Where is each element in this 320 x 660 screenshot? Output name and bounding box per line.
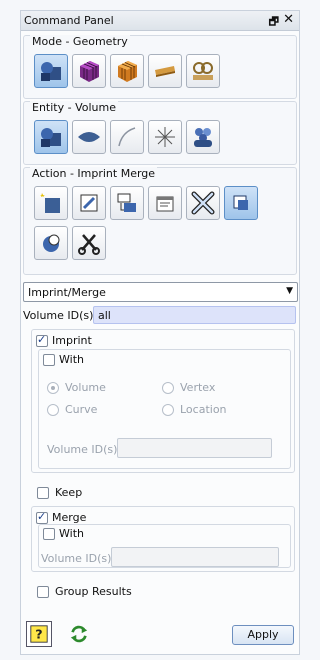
help-icon: ?	[30, 625, 48, 643]
merge-with-label: With	[59, 527, 84, 540]
mesh-cube-icon	[80, 61, 99, 82]
radio-vertex-label: Vertex	[180, 381, 216, 394]
refresh-icon	[70, 625, 88, 643]
apply-button[interactable]: Apply	[232, 625, 294, 645]
refresh-button[interactable]	[68, 623, 90, 645]
boolean-icon	[43, 234, 60, 252]
merge-checkbox[interactable]	[36, 510, 48, 524]
mode-group-title: Mode - Geometry	[30, 35, 130, 48]
operation-select[interactable]: Imprint/Merge ▼	[23, 282, 298, 302]
imprint-with-volume-ids-label: Volume ID(s)	[47, 443, 118, 456]
keep-checkbox[interactable]	[37, 487, 49, 499]
vertex-icon	[155, 127, 175, 147]
boundary-plate-icon	[155, 66, 175, 77]
command-panel: Command Panel 🗗 ✕ Mode - Geometry Entity…	[20, 10, 300, 655]
imprint-with-volume-ids-input[interactable]	[117, 438, 272, 458]
scissors-icon	[78, 234, 100, 255]
radio-location[interactable]	[162, 404, 174, 416]
merge-volume-ids-input[interactable]	[111, 547, 279, 567]
surface-icon	[78, 132, 100, 142]
volume-ids-input[interactable]: all	[93, 306, 296, 324]
surface-entity-button[interactable]	[72, 120, 106, 154]
keep-label: Keep	[55, 486, 83, 499]
create-action-button[interactable]	[34, 186, 68, 220]
help-button[interactable]: ?	[26, 621, 52, 647]
title-bar: Command Panel 🗗 ✕	[21, 11, 299, 31]
volume-icon	[41, 128, 61, 147]
radio-curve-label: Curve	[65, 403, 98, 416]
action-group-title: Action - Imprint Merge	[30, 167, 158, 180]
radio-volume-label: Volume	[65, 381, 106, 394]
volume-ids-value: all	[98, 309, 111, 322]
entity-group-title: Entity - Volume	[30, 101, 118, 114]
volume-entity-button[interactable]	[34, 120, 68, 154]
group-results-checkbox[interactable]	[37, 586, 49, 598]
modify-action-button[interactable]	[72, 186, 106, 220]
group-results-label: Group Results	[55, 585, 132, 598]
analysis-icon	[193, 62, 213, 80]
merge-label: Merge	[52, 511, 87, 524]
imprint-merge-icon	[233, 195, 248, 210]
radio-curve[interactable]	[47, 404, 59, 416]
radio-volume[interactable]	[47, 382, 59, 394]
geometry-icon	[41, 62, 61, 81]
panel-title: Command Panel	[24, 14, 114, 27]
merge-volume-ids-label: Volume ID(s)	[41, 552, 112, 565]
properties-action-button[interactable]	[148, 186, 182, 220]
modify-icon	[80, 194, 98, 212]
action-group: Action - Imprint Merge	[23, 167, 297, 275]
transform-icon	[117, 193, 136, 212]
float-icon[interactable]: 🗗	[269, 13, 279, 32]
mesh-mode-button[interactable]	[72, 54, 106, 88]
mesh-grid-mode-button[interactable]	[110, 54, 144, 88]
mesh-grid-icon	[118, 61, 137, 82]
operation-select-value: Imprint/Merge	[28, 286, 106, 299]
delete-icon	[191, 191, 215, 215]
cut-action-button[interactable]	[72, 226, 106, 260]
delete-action-button[interactable]	[186, 186, 220, 220]
analysis-mode-button[interactable]	[186, 54, 220, 88]
radio-location-label: Location	[180, 403, 227, 416]
geometry-mode-button[interactable]	[34, 54, 68, 88]
transform-action-button[interactable]	[110, 186, 144, 220]
group-entity-button[interactable]	[186, 120, 220, 154]
volume-ids-label: Volume ID(s)	[23, 309, 94, 322]
curve-icon	[118, 127, 136, 147]
close-icon[interactable]: ✕	[283, 12, 294, 27]
vertex-entity-button[interactable]	[148, 120, 182, 154]
imprint-with-checkbox[interactable]	[43, 354, 55, 366]
imprint-label: Imprint	[52, 334, 92, 347]
group-icon	[194, 128, 212, 147]
boundary-conditions-mode-button[interactable]	[148, 54, 182, 88]
imprint-merge-action-button[interactable]	[224, 186, 258, 220]
chevron-down-icon: ▼	[286, 286, 293, 296]
svg-text:?: ?	[35, 627, 42, 642]
entity-group: Entity - Volume	[23, 101, 297, 165]
mode-group: Mode - Geometry	[23, 35, 297, 99]
merge-with-checkbox[interactable]	[43, 528, 55, 540]
imprint-with-label: With	[59, 353, 84, 366]
properties-icon	[156, 196, 174, 212]
boolean-action-button[interactable]	[34, 226, 68, 260]
imprint-checkbox[interactable]	[36, 333, 48, 347]
create-icon	[40, 193, 60, 213]
radio-vertex[interactable]	[162, 382, 174, 394]
curve-entity-button[interactable]	[110, 120, 144, 154]
